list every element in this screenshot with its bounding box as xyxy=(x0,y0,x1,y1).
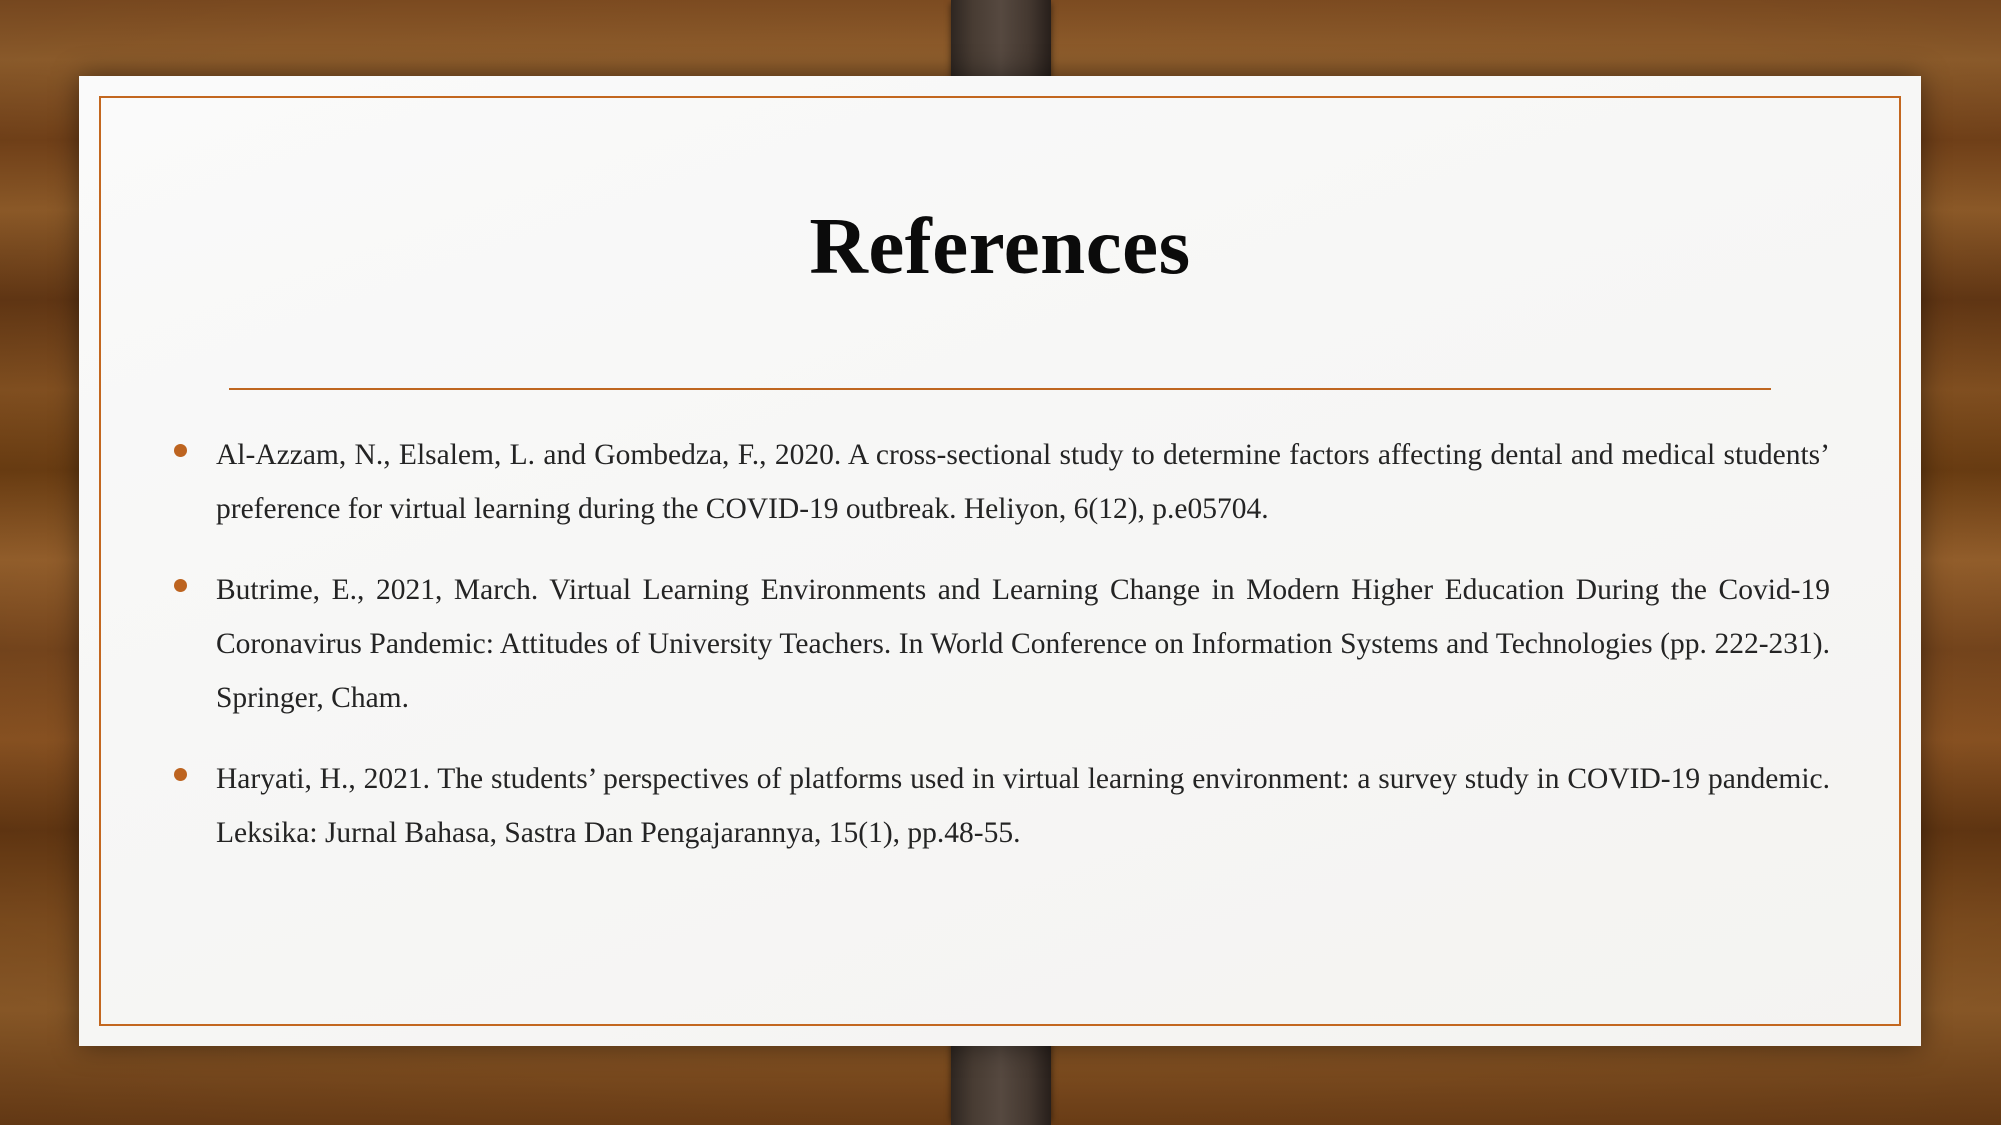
presentation-slide: References Al-Azzam, N., Elsalem, L. and… xyxy=(79,76,1921,1046)
slide-content: References Al-Azzam, N., Elsalem, L. and… xyxy=(79,76,1921,1046)
list-item: Haryati, H., 2021. The students’ perspec… xyxy=(174,752,1830,860)
references-list: Al-Azzam, N., Elsalem, L. and Gombedza, … xyxy=(174,428,1830,887)
bullet-dot-icon xyxy=(174,563,216,597)
reference-text: Butrime, E., 2021, March. Virtual Learni… xyxy=(216,574,1830,714)
wooden-desk-background: References Al-Azzam, N., Elsalem, L. and… xyxy=(0,0,2001,1125)
page-title: References xyxy=(809,201,1191,291)
list-item: Butrime, E., 2021, March. Virtual Learni… xyxy=(174,563,1830,725)
title-divider xyxy=(229,388,1771,390)
bullet-dot-icon xyxy=(174,428,216,462)
reference-text: Haryati, H., 2021. The students’ perspec… xyxy=(216,763,1830,849)
reference-text: Al-Azzam, N., Elsalem, L. and Gombedza, … xyxy=(216,439,1830,525)
bullet-dot-icon xyxy=(174,752,216,786)
list-item: Al-Azzam, N., Elsalem, L. and Gombedza, … xyxy=(174,428,1830,536)
